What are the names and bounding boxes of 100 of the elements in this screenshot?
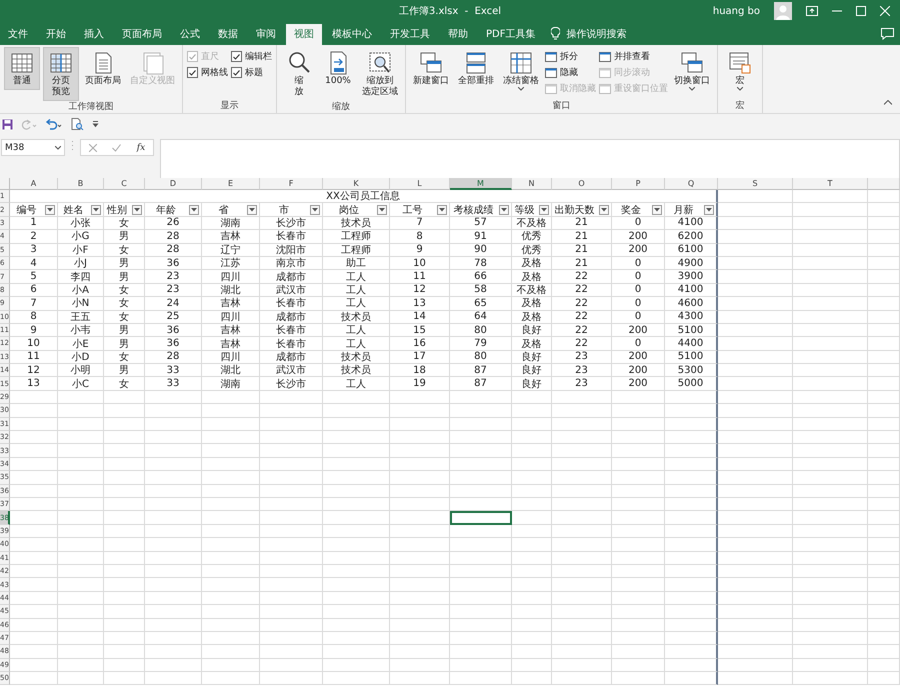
column-header[interactable]: S bbox=[718, 178, 793, 190]
filter-button[interactable] bbox=[704, 204, 714, 215]
filter-button[interactable] bbox=[247, 204, 257, 215]
column-header[interactable]: K bbox=[323, 178, 390, 190]
ribbon-button[interactable]: 新建窗口 bbox=[410, 47, 452, 90]
column-header[interactable]: Q bbox=[665, 178, 718, 190]
filter-button[interactable] bbox=[599, 204, 609, 215]
ribbon-tab[interactable]: 数据 bbox=[210, 24, 246, 45]
column-header[interactable]: E bbox=[202, 178, 260, 190]
ribbon-tab[interactable]: PDF工具集 bbox=[478, 24, 544, 45]
table-cell bbox=[612, 458, 665, 472]
ribbon-tab[interactable]: 文件 bbox=[0, 24, 36, 45]
column-header[interactable]: D bbox=[145, 178, 202, 190]
filter-button[interactable] bbox=[91, 204, 101, 215]
customize-toolbar-icon[interactable] bbox=[92, 120, 99, 128]
ribbon-button[interactable]: 100% bbox=[320, 47, 356, 90]
table-cell: 5000 bbox=[665, 377, 718, 391]
table-cell bbox=[868, 190, 900, 204]
column-header[interactable]: O bbox=[552, 178, 612, 190]
table-cell bbox=[260, 618, 323, 632]
checkbox[interactable] bbox=[187, 67, 198, 78]
ribbon-tab[interactable]: 开发工具 bbox=[382, 24, 438, 45]
table-cell bbox=[552, 524, 612, 538]
print-preview-icon[interactable] bbox=[71, 118, 84, 130]
undo-icon[interactable] bbox=[45, 118, 63, 130]
filter-button[interactable] bbox=[499, 204, 509, 215]
table-cell bbox=[202, 390, 260, 404]
table-cell bbox=[512, 390, 552, 404]
ribbon-button[interactable]: 普通 bbox=[4, 47, 40, 90]
filter-button[interactable] bbox=[539, 204, 549, 215]
ribbon-tab[interactable]: 插入 bbox=[76, 24, 112, 45]
ribbon-button[interactable]: 页面布局 bbox=[82, 47, 124, 90]
checkbox[interactable] bbox=[231, 51, 242, 62]
table-cell bbox=[323, 524, 390, 538]
column-header[interactable]: P bbox=[612, 178, 665, 190]
name-box[interactable]: M38 bbox=[1, 139, 65, 156]
ribbon-tab[interactable]: 模板中心 bbox=[324, 24, 380, 45]
table-cell: 11 bbox=[390, 270, 450, 284]
table-cell bbox=[390, 484, 450, 498]
ribbon-button[interactable]: 缩放到 选定区域 bbox=[359, 47, 401, 101]
table-cell bbox=[58, 471, 104, 485]
table-cell: 长春市 bbox=[260, 230, 323, 244]
ribbon-button[interactable]: 隐藏 bbox=[545, 66, 596, 79]
ribbon-tab[interactable]: 开始 bbox=[38, 24, 74, 45]
table-cell: 4300 bbox=[665, 310, 718, 324]
ribbon-checkbox[interactable]: 编辑栏 bbox=[231, 50, 272, 63]
active-cell[interactable] bbox=[450, 511, 512, 525]
filter-button[interactable] bbox=[310, 204, 320, 215]
table-cell bbox=[868, 364, 900, 378]
table-cell: 6100 bbox=[665, 244, 718, 257]
filter-button[interactable] bbox=[189, 204, 199, 215]
ribbon-button[interactable]: 切换窗口 bbox=[671, 47, 713, 94]
column-header[interactable]: B bbox=[58, 178, 104, 190]
table-cell: 66 bbox=[450, 270, 512, 284]
column-header[interactable]: A bbox=[10, 178, 58, 190]
table-cell bbox=[868, 216, 900, 230]
ribbon-button[interactable]: 拆分 bbox=[545, 50, 596, 63]
maximize-icon[interactable] bbox=[856, 6, 866, 16]
filter-button[interactable] bbox=[132, 204, 142, 215]
checkbox[interactable] bbox=[231, 67, 242, 78]
ribbon-tab[interactable]: 页面布局 bbox=[114, 24, 170, 45]
table-cell: 四川 bbox=[202, 350, 260, 364]
column-header[interactable]: C bbox=[104, 178, 145, 190]
ribbon-tab[interactable]: 视图 bbox=[286, 24, 322, 45]
filter-button[interactable] bbox=[377, 204, 387, 215]
column-header[interactable]: N bbox=[512, 178, 552, 190]
filter-button[interactable] bbox=[652, 204, 662, 215]
ribbon-tab[interactable]: 审阅 bbox=[248, 24, 284, 45]
column-header[interactable]: T bbox=[793, 178, 868, 190]
formula-input[interactable] bbox=[160, 139, 900, 179]
table-cell bbox=[202, 431, 260, 444]
comment-icon[interactable] bbox=[881, 28, 894, 40]
ribbon-checkbox[interactable]: 网格线 bbox=[187, 66, 228, 79]
ribbon-tab[interactable]: 帮助 bbox=[440, 24, 476, 45]
save-icon[interactable] bbox=[2, 118, 13, 130]
table-cell: 小J bbox=[58, 256, 104, 270]
ribbon-button[interactable]: 冻结窗格 bbox=[500, 47, 542, 94]
close-icon[interactable] bbox=[880, 6, 890, 16]
table-cell: 及格 bbox=[512, 256, 552, 270]
column-header[interactable]: M bbox=[450, 178, 512, 190]
table-cell: 14 bbox=[390, 310, 450, 324]
ribbon-tab[interactable]: 公式 bbox=[172, 24, 208, 45]
table-cell bbox=[104, 511, 145, 525]
collapse-ribbon-icon[interactable] bbox=[884, 100, 892, 105]
ribbon-button[interactable]: 并排查看 bbox=[599, 50, 668, 63]
ribbon-button[interactable]: 缩 放 bbox=[281, 47, 317, 101]
column-header[interactable]: L bbox=[390, 178, 450, 190]
table-cell bbox=[104, 658, 145, 672]
column-header[interactable]: F bbox=[260, 178, 323, 190]
ribbon-button[interactable]: 全部重排 bbox=[455, 47, 497, 90]
ribbon-button[interactable]: 宏 bbox=[722, 47, 758, 94]
ribbon-button[interactable]: 分页 预览 bbox=[43, 47, 79, 101]
filter-button[interactable] bbox=[437, 204, 447, 215]
insert-function-button[interactable]: fx bbox=[136, 142, 146, 152]
ribbon-checkbox[interactable]: 标题 bbox=[231, 66, 272, 79]
filter-button[interactable] bbox=[45, 204, 55, 215]
tell-me-search[interactable]: 操作说明搜索 bbox=[566, 24, 626, 45]
lightbulb-icon[interactable] bbox=[551, 27, 560, 40]
table-cell: 工人 bbox=[323, 297, 390, 311]
ribbon-display-icon[interactable] bbox=[806, 6, 818, 16]
